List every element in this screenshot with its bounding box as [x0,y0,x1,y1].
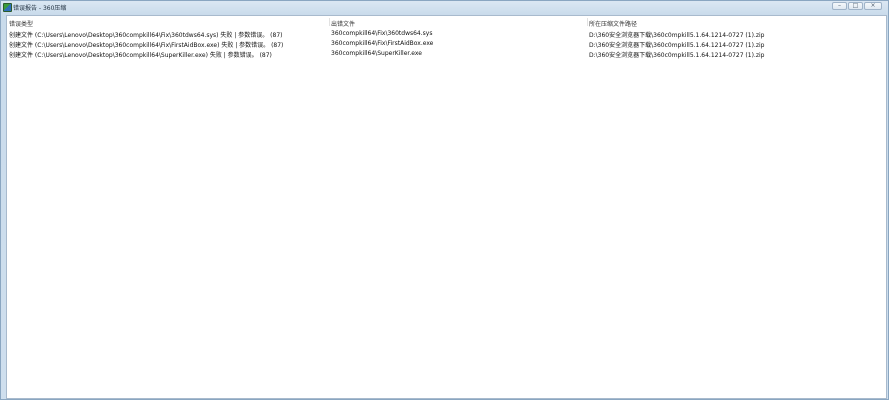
file-cell: 360compkill64\Fix\FirstAidBox.exe [331,40,434,47]
app-icon [3,3,12,12]
error-type-cell: 创建文件 (C:\Users\Lenovo\Desktop\360compkil… [9,42,284,49]
column-divider[interactable] [587,18,588,26]
error-report-window: 错误报告 - 360压缩 – □ × 错误类型 出错文件 所在压缩文件路径 创建… [0,0,889,400]
window-controls: – □ × [832,2,882,10]
column-header-file[interactable]: 出错文件 [331,19,355,28]
column-divider[interactable] [329,18,330,26]
window-title: 错误报告 - 360压缩 [13,5,67,12]
error-type-cell: 创建文件 (C:\Users\Lenovo\Desktop\360compkil… [9,32,283,39]
minimize-button[interactable]: – [832,2,847,10]
column-header-error-type[interactable]: 错误类型 [9,19,33,28]
close-button[interactable]: × [864,2,882,10]
error-type-cell: 创建文件 (C:\Users\Lenovo\Desktop\360compkil… [9,52,272,59]
archive-path-cell: D:\360安全浏览器下载\360c0mpkill5.1.64.1214-072… [589,32,765,39]
file-cell: 360compkill64\SuperKiller.exe [331,50,422,57]
error-list[interactable]: 错误类型 出错文件 所在压缩文件路径 创建文件 (C:\Users\Lenovo… [6,15,887,399]
list-header: 错误类型 出错文件 所在压缩文件路径 [7,16,886,28]
archive-path-cell: D:\360安全浏览器下载\360c0mpkill5.1.64.1214-072… [589,42,765,49]
table-row[interactable]: 创建文件 (C:\Users\Lenovo\Desktop\360compkil… [7,49,886,59]
table-row[interactable]: 创建文件 (C:\Users\Lenovo\Desktop\360compkil… [7,29,886,39]
file-cell: 360compkill64\Fix\360tdws64.sys [331,30,433,37]
archive-path-cell: D:\360安全浏览器下载\360c0mpkill5.1.64.1214-072… [589,52,765,59]
title-bar[interactable]: 错误报告 - 360压缩 – □ × [1,1,888,14]
table-row[interactable]: 创建文件 (C:\Users\Lenovo\Desktop\360compkil… [7,39,886,49]
maximize-button[interactable]: □ [848,2,863,10]
column-header-archive-path[interactable]: 所在压缩文件路径 [589,19,637,28]
